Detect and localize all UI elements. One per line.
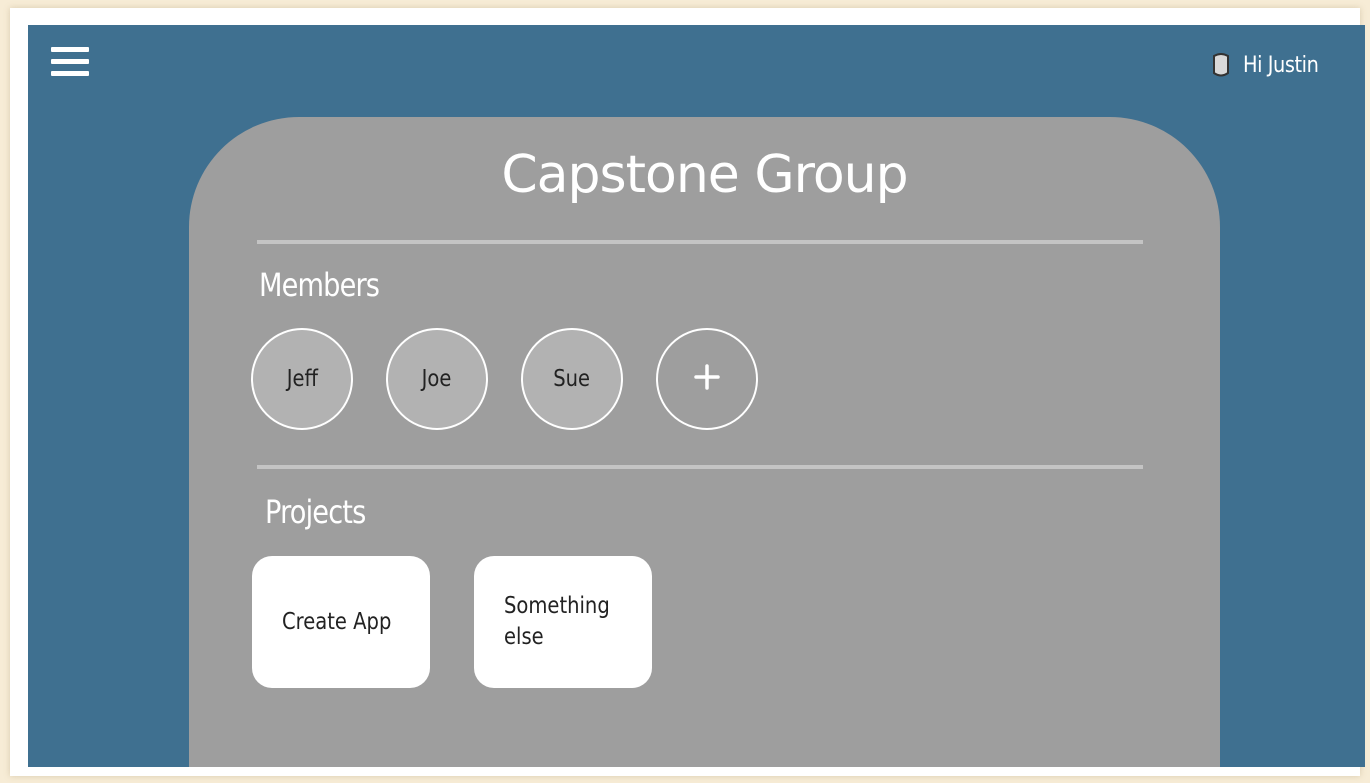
member-name: Joe	[422, 366, 452, 392]
app-screen: Hi Justin Capstone Group Members Jeff Jo…	[28, 25, 1365, 767]
project-card-something-else[interactable]: Something else	[474, 556, 652, 688]
group-title: Capstone Group	[501, 145, 908, 205]
group-card: Capstone Group Members Jeff Joe Sue Proj…	[189, 117, 1220, 767]
projects-heading: Projects	[265, 493, 366, 531]
user-avatar-icon	[1211, 51, 1231, 79]
hamburger-menu-icon[interactable]	[51, 47, 91, 77]
title-divider	[257, 240, 1143, 244]
greeting-text: Hi Justin	[1243, 52, 1319, 78]
project-card-create-app[interactable]: Create App	[252, 556, 430, 688]
member-avatar-joe[interactable]: Joe	[386, 328, 488, 430]
plus-icon	[693, 363, 721, 395]
members-heading: Members	[259, 266, 380, 304]
user-greeting-area[interactable]: Hi Justin	[1211, 51, 1329, 79]
member-avatar-sue[interactable]: Sue	[521, 328, 623, 430]
member-name: Sue	[553, 366, 591, 392]
members-divider	[257, 465, 1143, 469]
project-title: Something else	[504, 593, 610, 650]
add-member-button[interactable]	[656, 328, 758, 430]
member-avatar-jeff[interactable]: Jeff	[251, 328, 353, 430]
project-title: Create App	[282, 608, 392, 635]
member-name: Jeff	[286, 366, 318, 392]
